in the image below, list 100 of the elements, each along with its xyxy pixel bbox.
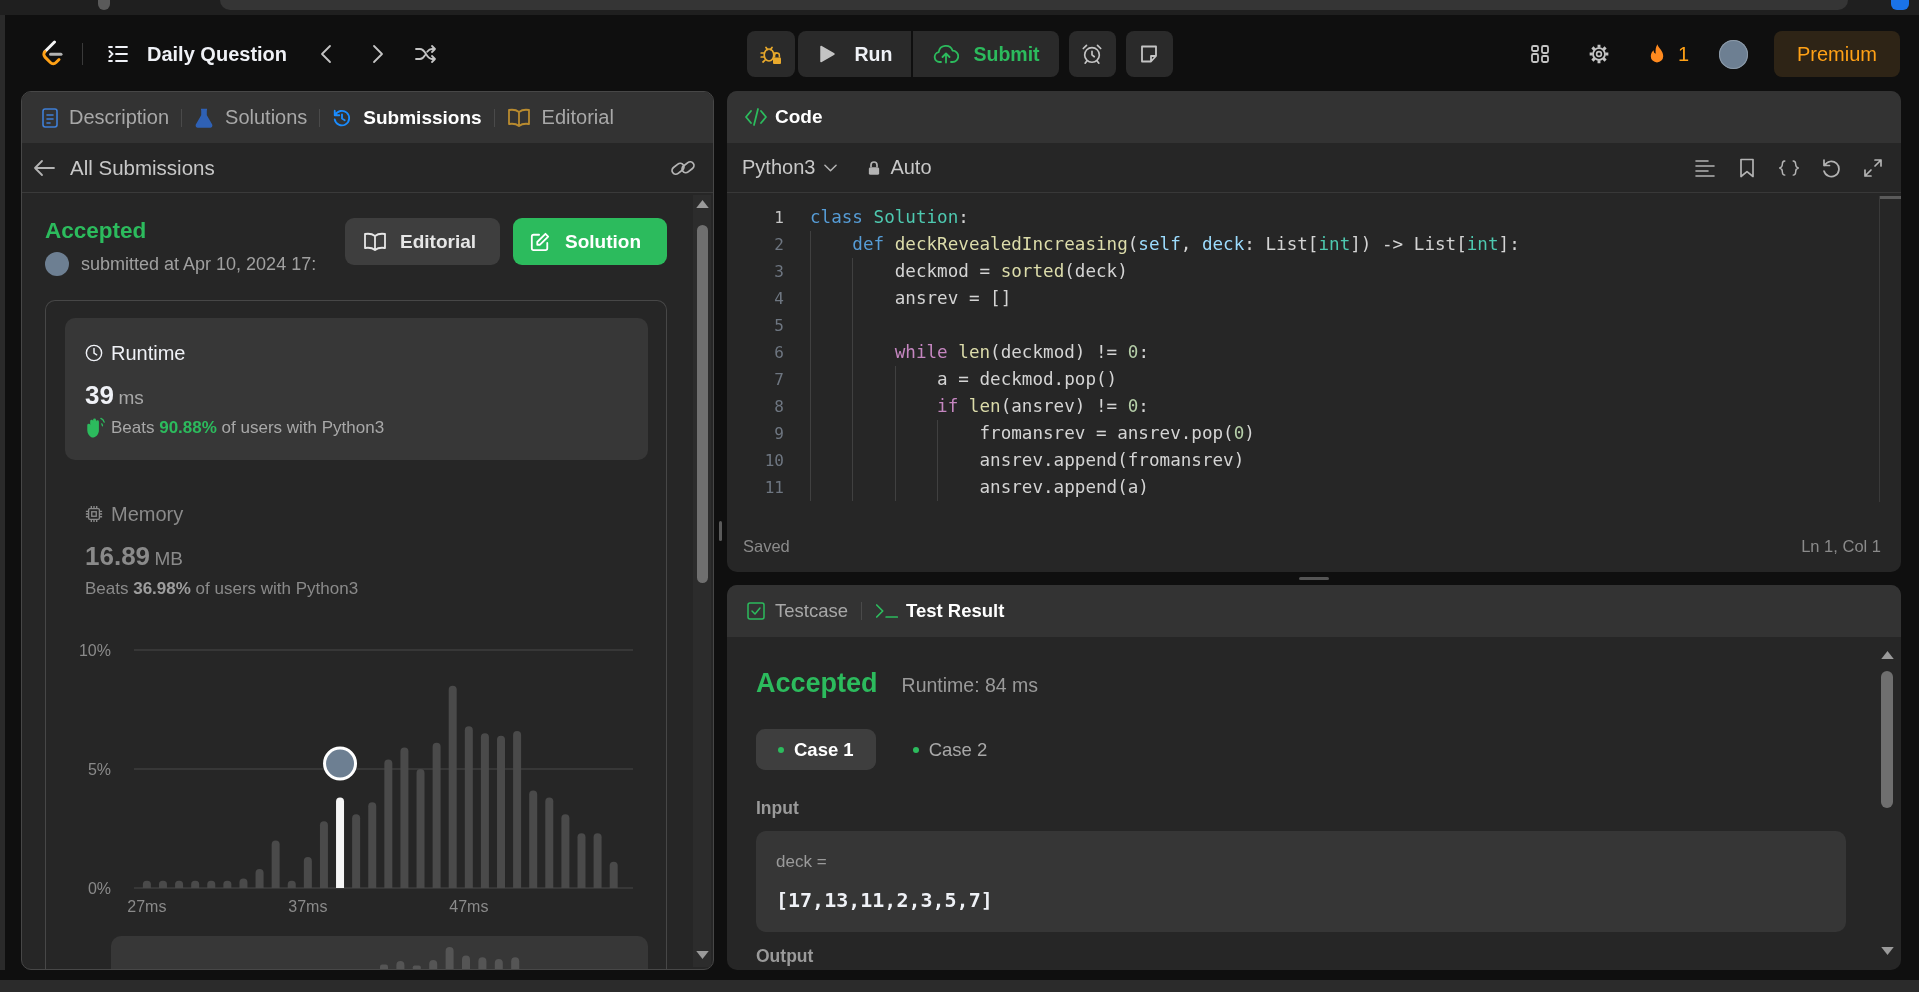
submit-button[interactable]: Submit [912, 31, 1059, 77]
lock-icon [868, 159, 881, 176]
runtime-text: Runtime: 84 ms [901, 674, 1039, 697]
back-button[interactable]: All Submissions [33, 155, 215, 180]
axis-label: 37ms [288, 898, 328, 915]
tab[interactable]: Test Result [875, 600, 1005, 622]
avatar-marker [323, 746, 358, 781]
problem-list-button[interactable]: Daily Question [108, 42, 288, 66]
stat-value: 16.89 MB [85, 543, 185, 573]
settings-icon[interactable] [1587, 43, 1610, 65]
bookmark-icon[interactable] [1737, 157, 1757, 178]
stat-label: Runtime [111, 341, 186, 366]
code-icon [744, 107, 768, 127]
chart-bar [445, 947, 454, 969]
chip-icon [85, 505, 103, 523]
resize-handle[interactable] [1299, 577, 1329, 580]
chevron-down-icon [824, 163, 838, 172]
axis-label: 0% [87, 880, 111, 897]
tab[interactable]: Editorial [506, 106, 614, 129]
history-icon [332, 107, 353, 128]
submission-status: Accepted [45, 218, 148, 244]
upload-icon [932, 44, 959, 64]
line-number: 4 [773, 288, 784, 310]
code-line: fromansrev = ansrev.pop(0) [979, 423, 1255, 443]
arrow-down-icon[interactable] [695, 951, 709, 959]
avatar [45, 252, 69, 276]
resize-handle[interactable] [719, 520, 722, 541]
case-tab[interactable]: Case 1 [756, 729, 876, 770]
axis-label: 10% [78, 642, 111, 659]
chart-bar [412, 965, 421, 969]
flask-icon [194, 107, 215, 128]
panel-title: Code [775, 106, 823, 128]
scrollbar[interactable] [1879, 196, 1901, 502]
book-icon [506, 107, 531, 128]
document-icon [42, 107, 58, 128]
extension-icon[interactable] [1891, 0, 1909, 10]
code-line: ansrev.append(fromansrev) [979, 450, 1245, 470]
notes-button[interactable] [1125, 31, 1173, 77]
chevron-left-icon[interactable] [320, 44, 333, 64]
editorial-button[interactable]: Editorial [345, 218, 500, 265]
code-line: ansrev.append(a) [979, 477, 1149, 497]
submission-time: submitted at Apr 10, 2024 17: [81, 253, 317, 275]
play-icon [818, 45, 835, 63]
undo-icon[interactable] [1821, 157, 1841, 178]
stat-card[interactable]: Memory 16.89 MB Beats 36.98% of users with Python3 [65, 479, 648, 621]
premium-button[interactable]: Premium [1774, 31, 1900, 77]
streak-button[interactable]: 1 [1648, 42, 1689, 66]
chart-bar [478, 957, 487, 969]
line-number: 9 [773, 423, 784, 445]
format-icon[interactable] [1695, 157, 1715, 178]
beats-text: Beats 36.98% of users with Python3 [85, 578, 359, 600]
stat-card[interactable]: Runtime 39 ms Beats 90.88% of users with Python3 [65, 318, 648, 460]
auto-mode-button[interactable]: Auto [868, 156, 932, 179]
checkbox-icon [747, 602, 765, 620]
parameter-name: deck = [776, 851, 828, 873]
waving-hand-icon [85, 417, 105, 439]
line-number: 10 [763, 450, 784, 472]
language-select[interactable]: Python3 [742, 156, 838, 179]
section-label: Input [756, 797, 800, 819]
list-icon [108, 45, 128, 63]
line-number: 6 [773, 342, 784, 364]
layout-icon[interactable] [1529, 44, 1550, 64]
timer-button[interactable] [1068, 31, 1116, 77]
code-line: deckmod = sorted(deck) [894, 261, 1128, 281]
chevron-right-icon[interactable] [372, 44, 385, 64]
chart-bar [511, 957, 520, 969]
axis-label: 27ms [127, 898, 167, 915]
line-number: 2 [773, 234, 784, 256]
tab-icon[interactable] [98, 0, 110, 10]
case-tab[interactable]: Case 2 [890, 729, 1010, 770]
tab[interactable]: Solutions [194, 106, 308, 129]
code-line: ansrev = [] [894, 288, 1012, 308]
edit-icon [530, 231, 550, 252]
debug-button[interactable] [746, 31, 795, 77]
logo-icon[interactable] [40, 40, 64, 68]
arrow-down-icon[interactable] [1880, 947, 1894, 955]
arrow-up-icon[interactable] [695, 200, 709, 208]
scrollbar-thumb[interactable] [1880, 196, 1901, 199]
scrollbar-thumb[interactable] [1881, 671, 1893, 808]
braces-icon[interactable] [1779, 157, 1799, 178]
tab[interactable]: Submissions [332, 106, 482, 129]
result-status: Accepted [756, 667, 878, 700]
save-status: Saved [743, 536, 790, 556]
code-line: class Solution: [810, 207, 969, 227]
flame-icon [1648, 43, 1665, 65]
tab[interactable]: Description [42, 106, 170, 129]
scrollbar[interactable] [693, 195, 711, 967]
tab[interactable]: Testcase [747, 600, 848, 622]
avatar[interactable] [1719, 39, 1748, 69]
chart-bar [396, 961, 405, 969]
section-label: Output [756, 945, 815, 967]
book-icon [363, 231, 387, 252]
stat-label: Memory [111, 502, 184, 527]
chart-bar [429, 960, 438, 969]
shuffle-icon[interactable] [415, 44, 438, 64]
arrow-up-icon[interactable] [1880, 651, 1894, 659]
scrollbar-thumb[interactable] [696, 225, 708, 583]
line-number: 7 [773, 369, 784, 391]
run-button[interactable]: Run [797, 31, 911, 77]
expand-icon[interactable] [1863, 157, 1883, 178]
